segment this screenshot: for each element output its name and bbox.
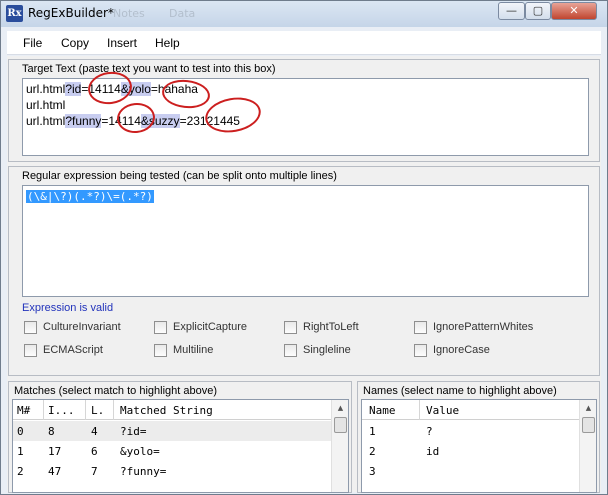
scroll-thumb[interactable] <box>582 417 595 433</box>
names-group: Names (select name to highlight above) N… <box>357 381 600 493</box>
names-scrollbar[interactable]: ▲ <box>579 400 596 492</box>
column-header[interactable]: Value <box>426 404 459 417</box>
matches-group: Matches (select match to highlight above… <box>8 381 352 493</box>
column-header[interactable]: Name <box>369 404 396 417</box>
checkbox[interactable] <box>284 321 297 334</box>
maximize-button[interactable]: ▢ <box>525 2 551 20</box>
matches-header: M# I... L. Matched String <box>13 400 348 420</box>
matches-label: Matches (select match to highlight above… <box>14 385 217 397</box>
menu-help[interactable]: Help <box>155 36 180 50</box>
table-row[interactable]: 1 17 6 &yolo= <box>13 441 348 461</box>
table-row[interactable]: 0 8 4 ?id= <box>13 421 348 441</box>
minimize-button[interactable]: — <box>498 2 525 20</box>
main-panel: Target Text (paste text you want to test… <box>7 56 601 493</box>
target-line: url.html <box>26 98 66 112</box>
target-text-label: Target Text (paste text you want to test… <box>22 63 276 75</box>
names-header: Name Value <box>362 400 596 420</box>
table-row[interactable]: 2 id <box>362 441 596 461</box>
checkbox[interactable] <box>414 321 427 334</box>
regex-text: (\&|\?)(.*?)\=(.*?) <box>26 190 154 203</box>
table-row[interactable]: 3 <box>362 461 596 481</box>
title-bar[interactable]: Rx RegExBuilder* Notes Data — ▢ ✕ <box>1 1 607 27</box>
column-header[interactable]: I... <box>48 404 75 417</box>
matches-scrollbar[interactable]: ▲ <box>331 400 348 492</box>
window-title: RegExBuilder* <box>28 6 114 20</box>
background-tab-label: Data <box>169 7 196 20</box>
validity-status: Expression is valid <box>22 302 114 314</box>
checkbox[interactable] <box>24 321 37 334</box>
regex-input[interactable]: (\&|\?)(.*?)\=(.*?) <box>22 185 589 297</box>
column-header[interactable]: M# <box>17 404 30 417</box>
table-row[interactable]: 1 ? <box>362 421 596 441</box>
menu-bar: File Copy Insert Help <box>7 31 601 55</box>
checkbox[interactable] <box>284 344 297 357</box>
checkbox[interactable] <box>154 344 167 357</box>
names-list[interactable]: Name Value 1 ? 2 id 3 ▲ <box>361 399 597 493</box>
menu-insert[interactable]: Insert <box>107 36 137 50</box>
matches-list[interactable]: M# I... L. Matched String 0 8 4 ?id= 1 1… <box>12 399 349 493</box>
menu-copy[interactable]: Copy <box>61 36 89 50</box>
checkbox[interactable] <box>24 344 37 357</box>
scroll-up-icon[interactable]: ▲ <box>333 401 348 416</box>
app-icon: Rx <box>6 5 23 22</box>
checkbox[interactable] <box>414 344 427 357</box>
background-tab-label: Notes <box>113 7 145 20</box>
scroll-thumb[interactable] <box>334 417 347 433</box>
column-header[interactable]: Matched String <box>120 404 213 417</box>
menu-file[interactable]: File <box>23 36 42 50</box>
checkbox[interactable] <box>154 321 167 334</box>
close-button[interactable]: ✕ <box>551 2 597 20</box>
column-header[interactable]: L. <box>91 404 104 417</box>
scroll-up-icon[interactable]: ▲ <box>581 401 596 416</box>
table-row[interactable]: 2 47 7 ?funny= <box>13 461 348 481</box>
regex-group: Regular expression being tested (can be … <box>8 166 600 376</box>
names-label: Names (select name to highlight above) <box>363 385 557 397</box>
app-window: Rx RegExBuilder* Notes Data — ▢ ✕ File C… <box>0 0 608 495</box>
regex-label: Regular expression being tested (can be … <box>22 170 337 182</box>
